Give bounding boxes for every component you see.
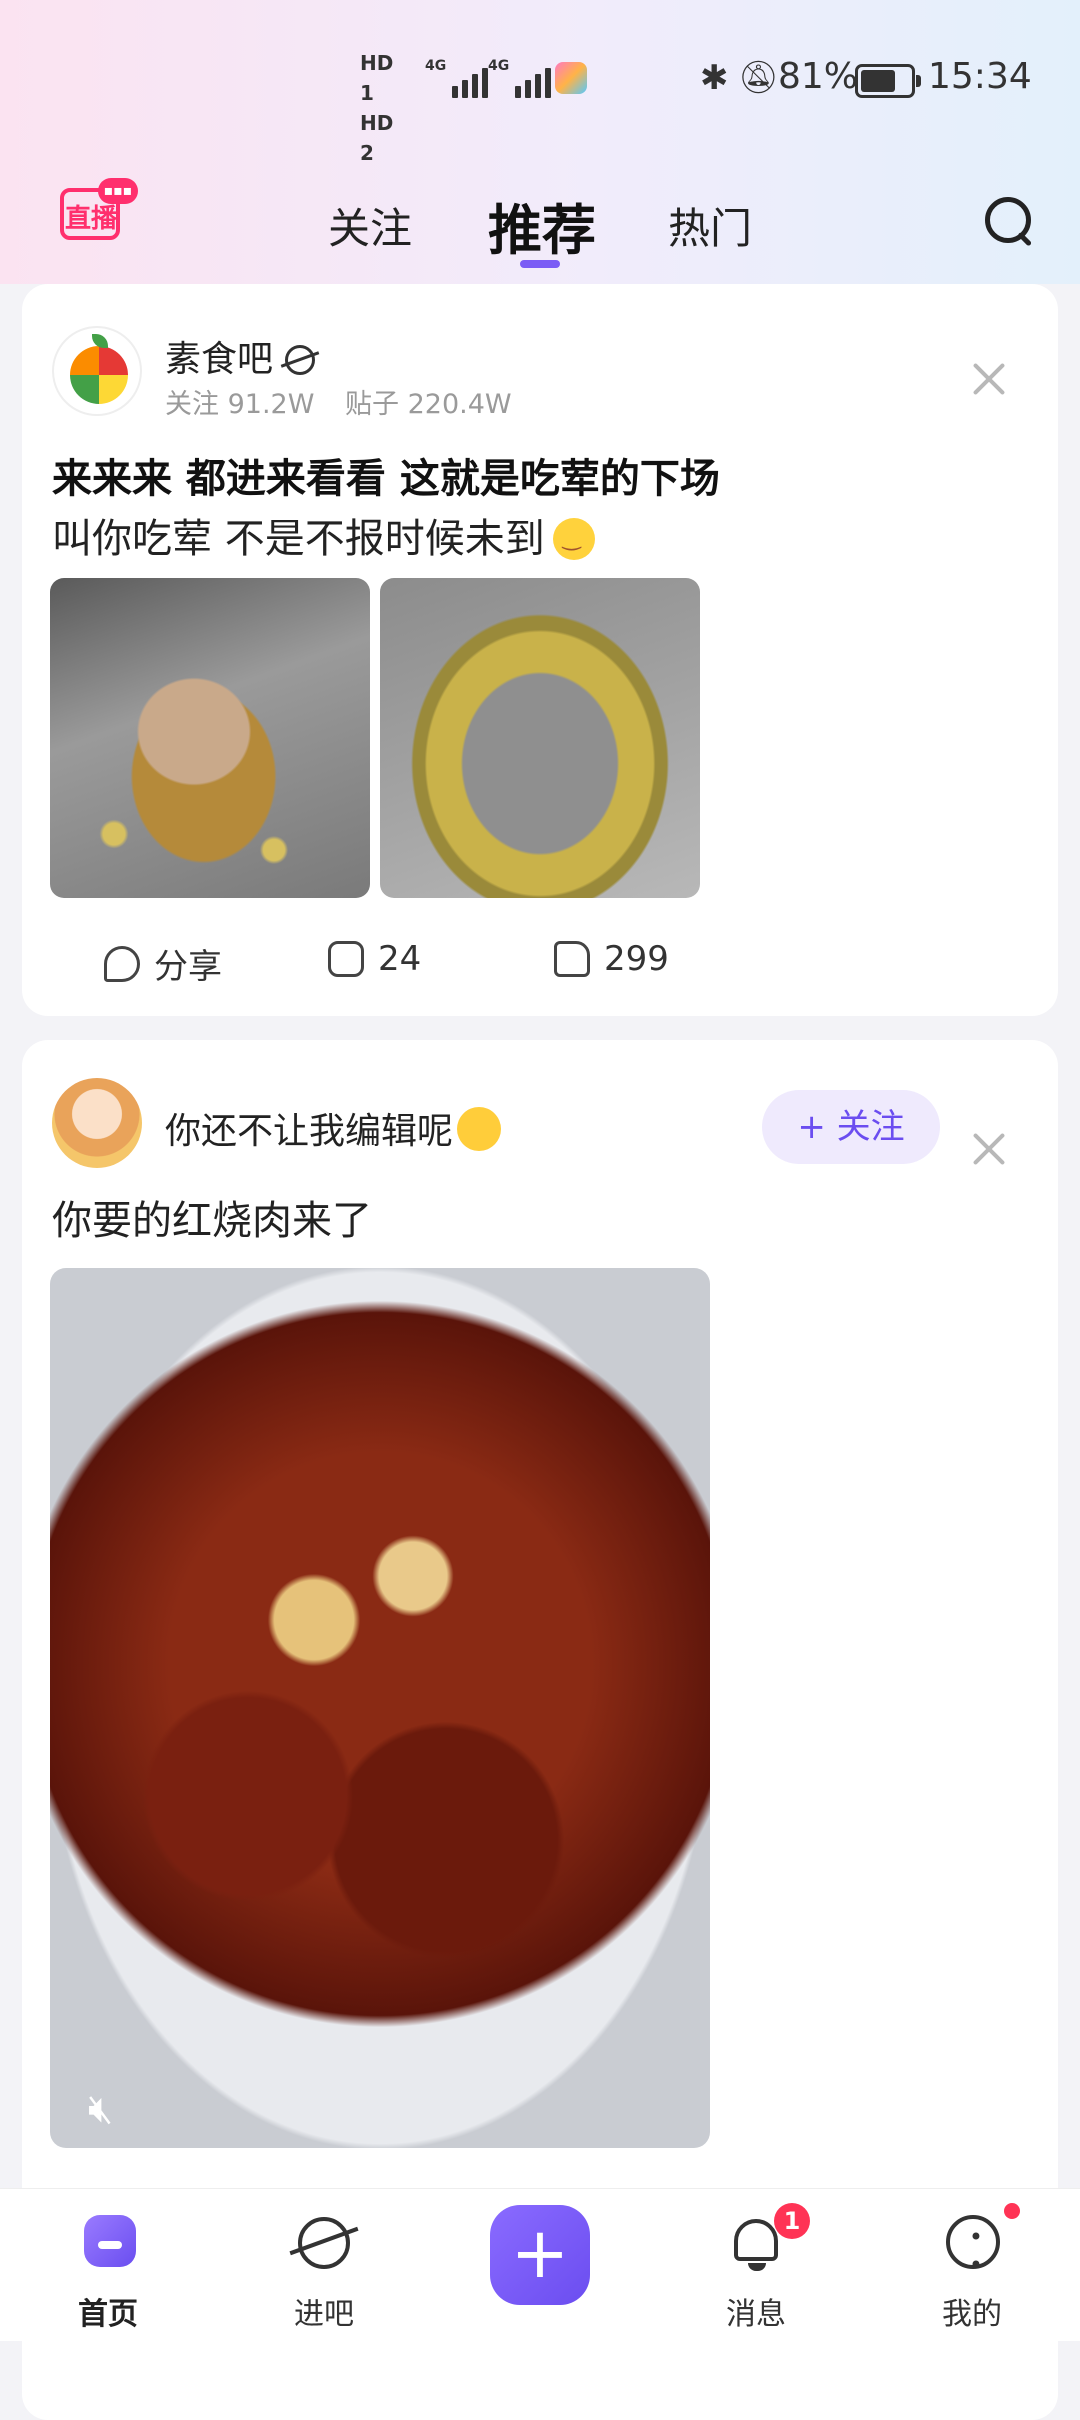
nav-messages-label: 消息 — [726, 2297, 786, 2332]
post-body[interactable]: 叫你吃荤 不是不报时候未到 — [52, 506, 595, 564]
tab-recommend[interactable]: 推荐 — [488, 186, 596, 265]
share-button[interactable]: 分享 — [104, 939, 222, 988]
tab-follow[interactable]: 关注 — [328, 195, 412, 256]
nav-me-label: 我的 — [942, 2297, 1002, 2332]
battery-percent: 81% — [778, 56, 859, 97]
hd-indicator: HD 1 HD 2 — [360, 48, 414, 168]
signal-1-icon: 4G — [425, 58, 489, 98]
create-post-button[interactable]: + — [490, 2205, 590, 2305]
status-bar: HD 1 HD 2 4G 4G ✱ 🔕︎ 81% 15:34 — [0, 0, 1080, 165]
like-count: 299 — [604, 939, 669, 979]
share-label: 分享 — [154, 947, 222, 987]
post-actions: 分享 24 299 — [22, 939, 1058, 999]
active-tab-indicator — [520, 260, 560, 268]
live-button[interactable]: 直播 ▪▪▪ — [60, 178, 138, 242]
tab-hot[interactable]: 热门 — [668, 195, 752, 256]
nav-home[interactable]: 首页 — [38, 2189, 178, 2341]
smiley-face-icon — [946, 2215, 1000, 2279]
post-body-text: 叫你吃荤 不是不报时候未到 — [52, 516, 545, 562]
eye-roll-emoji-icon — [457, 1107, 502, 1151]
post-image[interactable] — [50, 578, 370, 898]
post-card[interactable]: 素食吧 关注 91.2W 贴子 220.4W 来来来 都进来看看 这就是吃荤的下… — [22, 284, 1058, 1016]
home-icon — [84, 2215, 136, 2267]
search-icon[interactable] — [983, 195, 1035, 247]
close-icon[interactable] — [972, 362, 1006, 396]
network-type-1: 4G — [425, 58, 447, 74]
user-name: 你还不让我编辑呢 — [165, 1111, 454, 1152]
smile-emoji-icon — [552, 518, 595, 560]
forum-stats: 关注 91.2W 贴子 220.4W — [165, 382, 534, 421]
like-button[interactable]: 299 — [554, 939, 669, 979]
post-image[interactable] — [380, 578, 700, 898]
nav-forums[interactable]: 进吧 — [254, 2189, 394, 2341]
clock: 15:34 — [928, 56, 1032, 97]
battery-fill — [861, 70, 895, 92]
message-badge: 1 — [774, 2203, 810, 2239]
comment-button[interactable]: 24 — [328, 939, 421, 979]
forum-followers: 关注 91.2W — [165, 389, 315, 420]
nav-forums-label: 进吧 — [294, 2297, 354, 2332]
close-icon[interactable] — [972, 1132, 1006, 1166]
mute-bell-icon: 🔕︎ — [738, 58, 779, 96]
bottom-nav: 首页 进吧 + 1 消息 我的 — [0, 2188, 1080, 2341]
user-avatar[interactable] — [52, 1078, 142, 1168]
nav-me[interactable]: 我的 — [902, 2189, 1042, 2341]
forum-posts: 贴子 220.4W — [345, 389, 512, 420]
user-name-row[interactable]: 你还不让我编辑呢 — [165, 1102, 502, 1154]
hd2-label: HD 2 — [360, 111, 394, 165]
forum-name: 素食吧 — [165, 339, 274, 380]
nav-home-label: 首页 — [78, 2297, 138, 2332]
mute-speaker-icon[interactable]: 🔇︎ — [88, 2086, 113, 2132]
planet-icon — [298, 2217, 350, 2269]
battery-icon — [855, 64, 921, 98]
app-notification-icon — [555, 62, 587, 94]
network-type-2: 4G — [488, 58, 510, 74]
follow-button[interactable]: + 关注 — [762, 1090, 940, 1164]
thumbs-up-icon — [554, 941, 590, 977]
comment-icon — [328, 941, 364, 977]
forum-avatar[interactable] — [52, 326, 142, 416]
bluetooth-icon: ✱ — [700, 58, 729, 98]
post-body[interactable]: 你要的红烧肉来了 — [52, 1188, 372, 1246]
share-icon — [104, 945, 140, 982]
live-badge: ▪▪▪ — [98, 178, 138, 204]
post-video[interactable]: 🔇︎ — [50, 1268, 710, 2148]
notification-dot — [1004, 2203, 1020, 2219]
forum-planet-icon — [285, 345, 316, 375]
nav-messages[interactable]: 1 消息 — [686, 2189, 826, 2341]
forum-name-row[interactable]: 素食吧 — [165, 330, 316, 382]
post-title[interactable]: 来来来 都进来看看 这就是吃荤的下场 — [52, 446, 720, 504]
hd1-label: HD 1 — [360, 51, 394, 105]
comment-count: 24 — [378, 939, 422, 979]
signal-2-icon: 4G — [488, 58, 552, 98]
